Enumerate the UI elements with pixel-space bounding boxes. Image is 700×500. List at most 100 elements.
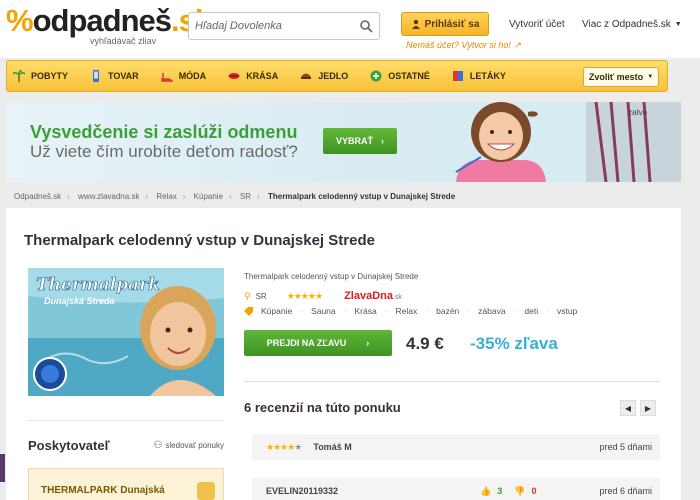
tag-item[interactable]: Kúpanie — [261, 306, 292, 316]
chevron-down-icon: ▼ — [647, 74, 654, 80]
nav-label: LETÁKY — [469, 71, 506, 81]
breadcrumb-current: Thermalpark celodenný vstup v Dunajskej … — [267, 192, 456, 201]
review-row: EVELIN20119332 👍 3 👎 0 pred 6 dňami — [252, 478, 660, 500]
nav-item-jedlo[interactable]: JEDLO — [300, 70, 348, 82]
banner-title: Vysvedčenie si zaslúži odmenu — [30, 122, 298, 142]
deal-tags: Kúpanie · Sauna · Krása · Relax · bazén · záb… — [244, 306, 577, 316]
follow-offers-link[interactable]: ⚇ sledovať ponuky — [153, 440, 224, 451]
breadcrumb-item[interactable]: www.zlavadna.sk — [78, 192, 139, 201]
food-icon — [301, 73, 312, 79]
city-select[interactable]: Zvoliť mesto ▼ — [583, 67, 659, 87]
logo-wordmark: %odpadneš.sk — [6, 3, 212, 38]
nav-item-letaky[interactable]: LETÁKY — [452, 70, 506, 82]
review-row: ★★★★★ Tomáš M pred 5 dňami — [252, 434, 660, 460]
chevron-right-icon: › — [366, 338, 370, 348]
banner-select-button[interactable]: VYBRAŤ › — [323, 128, 397, 154]
tag-item[interactable]: bazén — [436, 306, 459, 316]
review-author[interactable]: Tomáš M — [313, 442, 351, 452]
provider-header: Poskytovateľ ⚇ sledovať ponuky — [28, 438, 224, 453]
palm-tree-icon — [13, 70, 25, 82]
location-pin-icon: ⚲ — [244, 290, 251, 301]
banner-button-label: VYBRAŤ — [335, 136, 373, 146]
more-sites-dropdown[interactable]: Viac z Odpadneš.sk ▼ — [582, 19, 682, 30]
deal-rating-stars: ★★★★★ — [286, 290, 323, 301]
provider-name: THERMALPARK Dunajská — [41, 485, 165, 496]
heels-icon — [160, 73, 173, 82]
tag-item[interactable]: Relax — [396, 306, 418, 316]
map-pin-icon[interactable] — [197, 482, 215, 500]
breadcrumb-item[interactable]: Odpadneš.sk — [14, 192, 61, 201]
review-votes: 👍 3 👎 0 — [480, 486, 536, 497]
nav-item-krasa[interactable]: KRÁSA — [228, 70, 278, 82]
category-nav: POBYTY TOVAR MÓDA KRÁSA JEDLO OSTATNÉ LE… — [6, 60, 668, 92]
photo-subtitle: Dunajská Streda — [44, 296, 115, 306]
nav-item-moda[interactable]: MÓDA — [160, 70, 207, 82]
search-input[interactable] — [189, 13, 349, 39]
plus-icon — [370, 70, 382, 82]
go-to-deal-label: PREJDI NA ZĽAVU — [266, 338, 347, 348]
provider-title: Poskytovateľ — [28, 438, 110, 453]
deal-price: 4.9 € — [406, 334, 444, 353]
breadcrumb-item[interactable]: Kúpanie — [194, 192, 223, 201]
user-icon — [411, 19, 420, 29]
deal-region: SR — [255, 291, 267, 301]
downvote-count: 0 — [531, 486, 537, 496]
provider-divider — [28, 420, 224, 421]
go-to-deal-button[interactable]: PREJDI NA ZĽAVU › — [244, 330, 392, 356]
register-hint[interactable]: Nemáš účet? Vytvor si ho! ↗ — [406, 40, 521, 51]
nav-label: KRÁSA — [246, 71, 279, 81]
reviews-pager: ◀ ▶ — [620, 400, 656, 416]
nav-item-ostatne[interactable]: OSTATNÉ — [370, 70, 430, 82]
nav-item-pobyty[interactable]: POBYTY — [13, 70, 68, 82]
nav-label: OSTATNÉ — [388, 71, 430, 81]
review-author[interactable]: EVELIN20119332 — [266, 486, 338, 496]
page-title: Thermalpark celodenný vstup v Dunajskej … — [24, 232, 375, 249]
review-date: pred 6 dňami — [599, 486, 652, 496]
prev-button[interactable]: ◀ — [620, 400, 636, 416]
flyer-icon — [452, 71, 463, 81]
nav-label: TOVAR — [108, 71, 139, 81]
site-logo[interactable]: %odpadneš.sk vyhľadávač zliav — [6, 3, 212, 47]
nav-label: MÓDA — [178, 71, 207, 81]
tag-item[interactable]: vstup — [557, 306, 577, 316]
deal-discount: -35% zľava — [470, 334, 558, 353]
login-button[interactable]: Prihlásiť sa — [401, 12, 489, 36]
binoculars-icon: ⚇ — [153, 440, 163, 451]
deal-card: Thermalpark celodenný vstup v Dunajskej … — [6, 208, 681, 500]
city-select-label: Zvoliť mesto — [588, 72, 644, 82]
nav-item-tovar[interactable]: TOVAR — [90, 70, 139, 82]
tag-icon — [244, 306, 253, 316]
phone-icon — [93, 70, 100, 82]
chevron-right-icon: › — [381, 136, 384, 146]
divider — [244, 381, 660, 382]
upvote-count: 3 — [497, 486, 503, 496]
nav-label: JEDLO — [318, 71, 349, 81]
more-sites-label: Viac z Odpadneš.sk — [582, 19, 671, 30]
review-date: pred 5 dňami — [599, 442, 652, 452]
deal-subtitle: Thermalpark celodenný vstup v Dunajskej … — [244, 272, 419, 281]
banner-close-text[interactable]: zatvo — [628, 108, 647, 117]
provider-box[interactable]: THERMALPARK Dunajská — [28, 468, 224, 500]
source-logo-tld: .sk — [392, 294, 402, 301]
logo-tagline: vyhľadávač zliav — [90, 36, 157, 46]
review-stars: ★★★★★ — [266, 441, 302, 452]
tag-item[interactable]: zábava — [478, 306, 505, 316]
thumbs-down-icon[interactable]: 👎 — [514, 486, 525, 497]
chevron-down-icon: ▼ — [674, 21, 682, 28]
tag-item[interactable]: Krása — [354, 306, 376, 316]
source-logo[interactable]: ZlavaDna.sk — [344, 290, 402, 302]
register-link[interactable]: Vytvoriť účet — [509, 19, 565, 30]
deal-photo[interactable]: Thermalpark Dunajská Streda — [28, 268, 224, 396]
next-button[interactable]: ▶ — [640, 400, 656, 416]
tag-item[interactable]: Sauna — [311, 306, 336, 316]
side-tab[interactable] — [0, 454, 5, 482]
tag-item[interactable]: deti — [524, 306, 538, 316]
thumbs-up-icon[interactable]: 👍 — [480, 486, 491, 497]
breadcrumb: Odpadneš.sk › www.zlavadna.sk › Relax › Kúp… — [14, 192, 456, 201]
promo-banner[interactable]: Vysvedčenie si zaslúži odmenu Už viete č… — [6, 102, 681, 182]
search-icon[interactable] — [359, 19, 373, 33]
search-box[interactable] — [188, 12, 380, 40]
breadcrumb-item[interactable]: SR — [240, 192, 251, 201]
breadcrumb-item[interactable]: Relax — [156, 192, 176, 201]
photo-title: Thermalpark — [36, 275, 160, 295]
